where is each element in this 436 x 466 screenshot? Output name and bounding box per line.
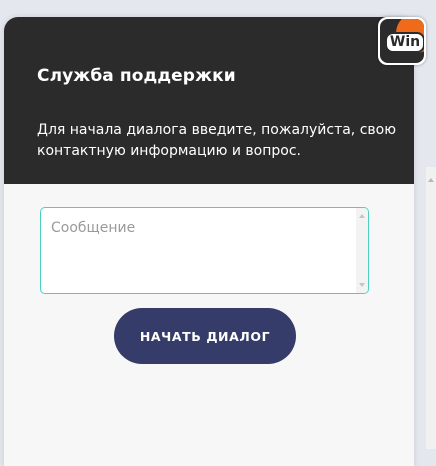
brand-logo: Win [378, 17, 426, 65]
widget-title: Служба поддержки [37, 66, 236, 86]
widget-header: Служба поддержки Для начала диалога введ… [4, 17, 414, 184]
logo-background: Win [380, 19, 424, 63]
message-scrollbar[interactable] [356, 208, 368, 293]
message-field [40, 207, 369, 294]
scroll-down-arrow-icon[interactable] [359, 283, 365, 287]
widget-description: Для начала диалога введите, пожалуйста, … [37, 122, 397, 159]
widget-scrollbar[interactable] [426, 167, 436, 449]
logo-text: Win [385, 32, 424, 53]
scroll-up-arrow-icon[interactable] [359, 214, 365, 218]
message-input[interactable] [41, 208, 356, 293]
start-dialog-button[interactable]: НАЧАТЬ ДИАЛОГ [114, 308, 296, 364]
scroll-up-arrow-icon[interactable] [428, 178, 434, 182]
